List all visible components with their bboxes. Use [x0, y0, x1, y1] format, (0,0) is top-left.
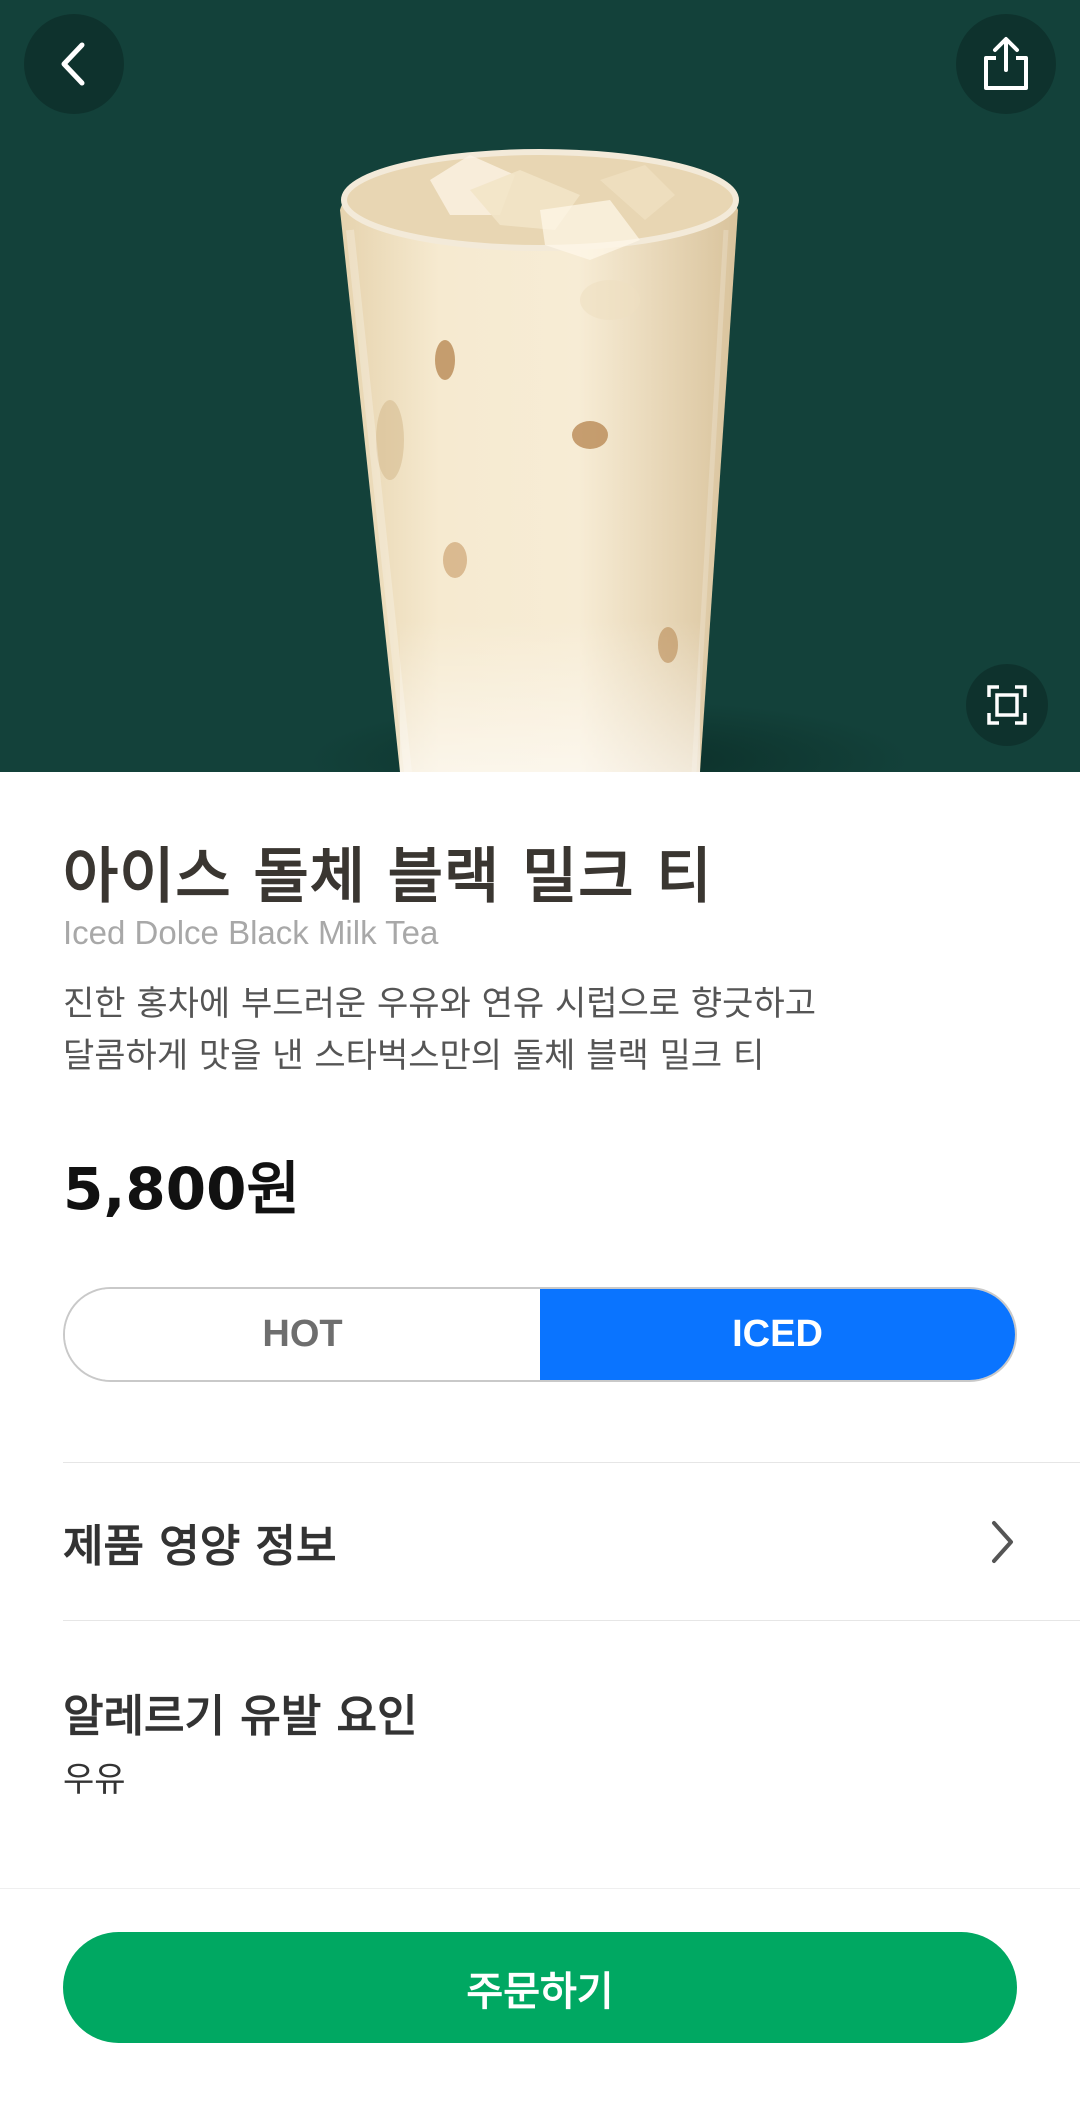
chevron-right-icon	[992, 1520, 1013, 1563]
product-description: 진한 홍차에 부드러운 우유와 연유 시럽으로 향긋하고 달콤하게 맛을 낸 스…	[63, 978, 1017, 1082]
description-line: 달콤하게 맛을 낸 스타벅스만의 돌체 블랙 밀크 티	[63, 1036, 765, 1076]
product-name: 아이스 돌체 블랙 밀크 티	[63, 842, 713, 912]
allergy-value: 우유	[63, 1760, 126, 1800]
share-button[interactable]	[956, 14, 1056, 114]
product-image	[310, 149, 910, 772]
divider	[0, 1888, 1080, 1889]
expand-image-button[interactable]	[966, 664, 1048, 746]
temperature-toggle: HOT ICED	[63, 1287, 1017, 1382]
back-button[interactable]	[24, 14, 124, 114]
product-name-english: Iced Dolce Black Milk Tea	[63, 914, 439, 951]
product-price: 5,800원	[63, 1155, 300, 1223]
divider	[63, 1620, 1080, 1621]
nutrition-info-row[interactable]: 제품 영양 정보	[63, 1463, 1017, 1620]
allergy-title: 알레르기 유발 요인	[63, 1691, 418, 1742]
nutrition-info-label: 제품 영양 정보	[63, 1520, 337, 1572]
expand-icon	[987, 685, 1027, 725]
description-line: 진한 홍차에 부드러운 우유와 연유 시럽으로 향긋하고	[63, 984, 817, 1024]
hot-option[interactable]: HOT	[65, 1289, 540, 1380]
iced-option[interactable]: ICED	[540, 1289, 1015, 1380]
chevron-left-icon	[61, 42, 85, 86]
share-icon	[984, 37, 1028, 90]
order-button[interactable]: 주문하기	[63, 1932, 1017, 2043]
product-detail-page: 아이스 돌체 블랙 밀크 티 Iced Dolce Black Milk Tea…	[0, 0, 1080, 2123]
product-hero	[0, 0, 1080, 772]
